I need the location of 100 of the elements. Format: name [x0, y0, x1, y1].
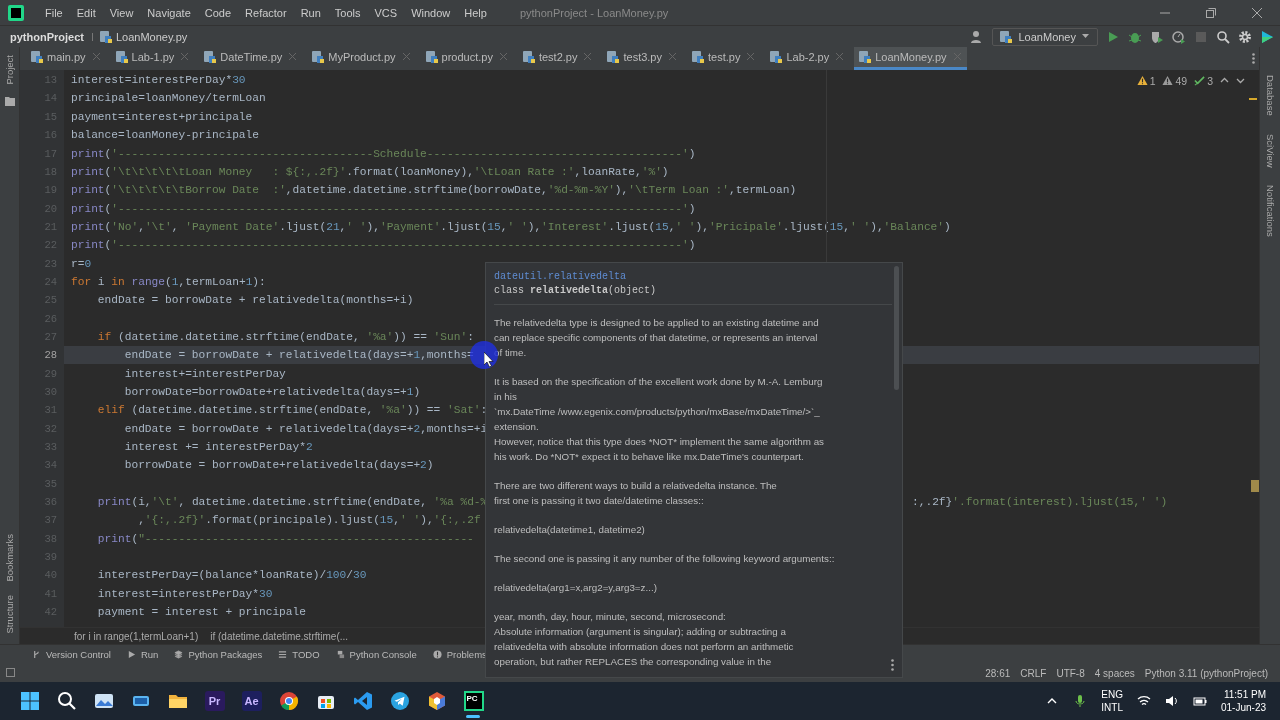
inspection-count[interactable]: 3 — [1207, 74, 1213, 87]
code-line: :,.2f}'.format(interest).ljust(15,' ') — [912, 496, 1168, 509]
tool-window-tab[interactable]: Project — [4, 53, 15, 87]
python-file-icon — [98, 29, 113, 44]
menu-item[interactable]: View — [102, 6, 141, 19]
menu-item[interactable]: Run — [293, 6, 328, 19]
status-item[interactable]: UTF-8 — [1056, 667, 1085, 679]
editor-tab[interactable]: Lab-2.py — [765, 47, 850, 70]
panel-toggle-icon[interactable] — [6, 668, 15, 677]
shield-play-icon[interactable] — [1150, 29, 1164, 44]
code-line: endDate = borrowDate + relativedelta(days=+2,months=+i — [123, 422, 488, 435]
code-line: borrowDate=borrowDate+relativedelta(days=+1) — [123, 386, 421, 398]
code-line: print('\t\t\t\t\tLoan Money : ${:,.2f}'.format(loanMoney),'\tLoan Rate :',loanRate,'%') — [71, 165, 669, 178]
menu-item[interactable]: Window — [404, 6, 458, 19]
python-file-icon — [691, 50, 705, 64]
code-line: interest=interestPerDay*30 — [96, 587, 273, 600]
tool-window-tab[interactable]: Notifications — [1264, 183, 1276, 240]
tool-window-button[interactable]: TODO — [270, 649, 328, 660]
code-line: elif (datetime.datetime.strftime(endDate, '%a')) == 'Sat': — [96, 404, 488, 417]
menu-item[interactable]: VCS — [367, 6, 405, 19]
project-breadcrumb[interactable]: pythonProject — [10, 30, 84, 43]
file-breadcrumb[interactable]: LoanMoney.py — [115, 30, 188, 43]
warning-marker[interactable] — [1251, 479, 1259, 492]
run-icon[interactable] — [1106, 29, 1120, 44]
inspection-count[interactable]: 49 — [1175, 74, 1188, 87]
status-item[interactable]: 4 spaces — [1094, 667, 1135, 679]
search-icon[interactable] — [1216, 29, 1230, 44]
editor-tab[interactable]: LoanMoney.py — [854, 47, 967, 70]
menu-item[interactable]: Tools — [327, 6, 368, 19]
battery-icon[interactable] — [1192, 694, 1207, 708]
cube-icon[interactable] — [426, 691, 447, 711]
menu-item[interactable]: File — [38, 6, 70, 19]
menu-item[interactable]: Refactor — [238, 6, 294, 19]
search-icon[interactable] — [56, 691, 77, 711]
editor-tab[interactable]: test.py — [687, 47, 761, 70]
status-item[interactable]: CRLF — [1020, 667, 1047, 679]
scrollbar-thumb[interactable] — [894, 266, 899, 390]
editor-tab[interactable]: product.py — [420, 47, 513, 70]
doc-paragraph: It is based on the specification of the excellent work done by M.-A. Lemburg in his `mx.DateTime /www.egenix.com/products/python/mxBase/mxDateTime/>`_ extension. However, notice that this type does *NOT* implement the same algorithm as his work. Do *NOT* expect it to behave like mx.DateTime's counterpart. — [494, 375, 824, 464]
python-file-icon — [521, 50, 536, 64]
tool-window-button[interactable]: Python Console — [327, 649, 425, 660]
code-line: interest += interestPerDay*2 — [123, 441, 313, 453]
chrome-icon[interactable] — [278, 691, 299, 711]
code-breadcrumb[interactable]: for i in range(1,termLoan+1) — [74, 630, 199, 642]
language-indicator[interactable]: INTL — [1101, 701, 1123, 714]
inspection-count[interactable]: 1 — [1149, 74, 1156, 87]
status-item[interactable]: 28:61 — [985, 667, 1011, 679]
close-icon[interactable] — [1252, 7, 1262, 18]
warning-icon — [1162, 75, 1174, 87]
speaker-icon[interactable] — [1164, 694, 1179, 708]
pycharm-app-icon[interactable]: PC — [463, 691, 484, 711]
language-indicator[interactable]: ENG — [1101, 688, 1123, 701]
editor-tab[interactable]: Lab-1.py — [110, 47, 195, 70]
tool-window-tab[interactable]: Database — [1264, 73, 1276, 118]
menu-item[interactable]: Code — [197, 6, 239, 19]
tool-window-tab[interactable]: SciView — [1264, 131, 1276, 170]
folder-icon[interactable] — [4, 96, 15, 106]
more-icon[interactable] — [1252, 53, 1255, 64]
code-line: interestPerDay=(balance*loanRate)/100/30 — [96, 569, 367, 582]
clock-date[interactable]: 01-Jun-23 — [1220, 701, 1266, 714]
tool-window-tab[interactable]: Structure — [4, 593, 15, 636]
tool-window-button[interactable]: Run — [118, 649, 167, 660]
menu-item[interactable]: Navigate — [140, 6, 198, 19]
python-file-icon — [311, 50, 326, 64]
doc-signature: class relativedelta(object) — [494, 285, 658, 296]
doc-paragraph: relativedelta(datetime1, datetime2) — [494, 523, 645, 537]
restore-icon[interactable] — [1206, 7, 1216, 18]
doc-paragraph: relativedelta(arg1=x,arg2=y,arg3=z...) — [494, 581, 657, 595]
tool-window-button[interactable]: Python Packages — [166, 649, 271, 660]
editor-tab[interactable]: main.py — [26, 47, 106, 70]
menu-item[interactable]: Help — [457, 6, 494, 19]
microphone-icon[interactable] — [1073, 694, 1088, 708]
code-line: r=0 — [71, 257, 92, 270]
app-icon[interactable]: Ae — [241, 691, 262, 711]
run-config-dropdown[interactable]: LoanMoney — [991, 27, 1098, 46]
code-line: print('\t\t\t\t\tBorrow Date :',datetime.datetime.strftime(borrowDate,'%d-%m-%Y'),'\tTerm Loan :',termLoan) — [71, 184, 797, 197]
settings-icon[interactable] — [1238, 29, 1252, 44]
tool-window-button[interactable]: Version Control — [24, 649, 119, 660]
warning-marker[interactable] — [1249, 97, 1257, 100]
chevron-down-icon[interactable] — [1236, 76, 1245, 86]
editor-tab[interactable]: test3.py — [602, 47, 682, 70]
tool-window-tab[interactable]: Bookmarks — [4, 531, 15, 584]
plugin-logo-icon[interactable] — [1260, 29, 1274, 44]
user-icon[interactable] — [969, 29, 984, 44]
clock-time[interactable]: 11:51 PM — [1223, 688, 1266, 701]
status-item[interactable]: Python 3.11 (pythonProject) — [1144, 667, 1268, 679]
more-icon[interactable] — [891, 659, 894, 671]
code-breadcrumb[interactable]: if (datetime.datetime.strftime(... — [210, 630, 349, 642]
paper-plane-icon[interactable] — [389, 691, 410, 711]
code-editor-icon[interactable] — [352, 691, 373, 711]
code-line: interest+=interestPerDay — [123, 367, 286, 380]
photos-icon[interactable] — [93, 691, 114, 711]
windows-start-icon[interactable] — [19, 691, 40, 711]
editor-tab[interactable]: test2.py — [517, 47, 598, 70]
editor-tab[interactable]: MyProduct.py — [307, 47, 416, 70]
wifi-icon[interactable] — [1136, 694, 1151, 708]
menu-item[interactable]: Edit — [69, 6, 103, 19]
editor-tab[interactable]: DateTime.py — [199, 47, 303, 70]
app-icon[interactable]: Pr — [204, 691, 225, 711]
gauge-icon[interactable] — [1172, 29, 1186, 44]
